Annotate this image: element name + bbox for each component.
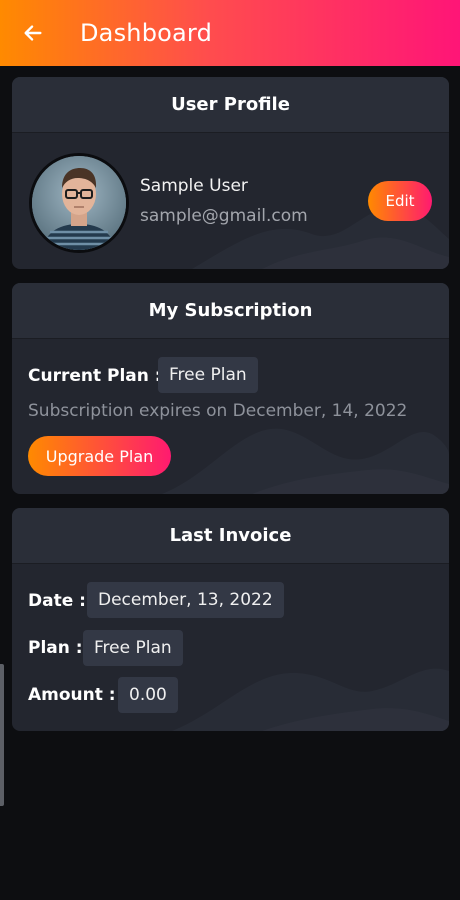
invoice-date-label: Date :: [28, 591, 86, 611]
upgrade-plan-button[interactable]: Upgrade Plan: [28, 436, 171, 476]
user-name: Sample User: [140, 176, 248, 196]
user-profile-body: Sample User sample@gmail.com Edit: [12, 133, 449, 269]
invoice-amount-label: Amount :: [28, 685, 116, 705]
user-email: sample@gmail.com: [140, 206, 308, 226]
user-profile-card: User Profile Sample User sample@gmail.co…: [12, 77, 449, 269]
last-invoice-body: Date : December, 13, 2022 Plan : Free Pl…: [12, 564, 449, 731]
last-invoice-header: Last Invoice: [12, 508, 449, 564]
current-plan-label: Current Plan :: [28, 366, 162, 386]
back-button[interactable]: [18, 18, 48, 48]
subscription-header: My Subscription: [12, 283, 449, 339]
subscription-card: My Subscription Current Plan : Free Plan…: [12, 283, 449, 494]
last-invoice-card: Last Invoice Date : December, 13, 2022 P…: [12, 508, 449, 731]
page-title: Dashboard: [80, 19, 213, 47]
user-avatar-icon: [32, 156, 126, 250]
arrow-left-icon: [24, 25, 42, 41]
app-bar: Dashboard: [0, 0, 460, 66]
edit-button[interactable]: Edit: [368, 181, 432, 221]
invoice-plan-value: Free Plan: [83, 630, 183, 666]
invoice-plan-label: Plan :: [28, 638, 83, 658]
subscription-expiry-text: Subscription expires on December, 14, 20…: [28, 401, 408, 421]
avatar[interactable]: [29, 153, 129, 253]
user-profile-header: User Profile: [12, 77, 449, 133]
invoice-amount-value: 0.00: [118, 677, 178, 713]
subscription-body: Current Plan : Free Plan Subscription ex…: [12, 339, 449, 494]
scroll-indicator[interactable]: [0, 664, 4, 806]
current-plan-value: Free Plan: [158, 357, 258, 393]
invoice-date-value: December, 13, 2022: [87, 582, 284, 618]
